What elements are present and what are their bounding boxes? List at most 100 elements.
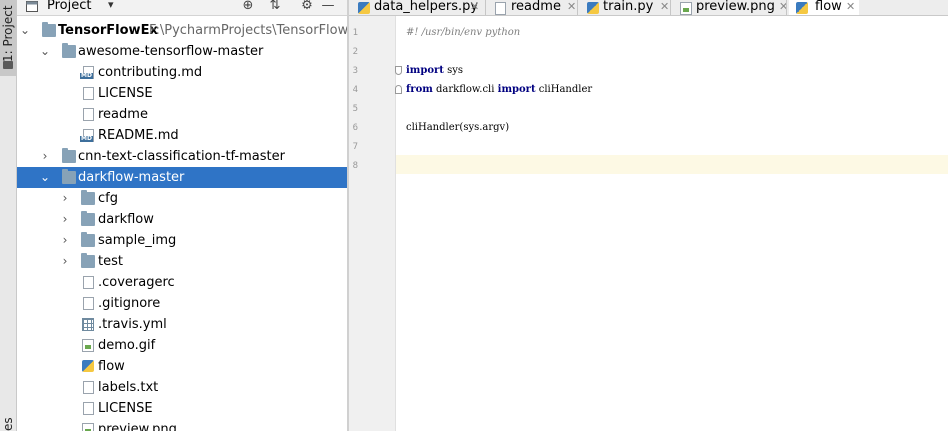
tree-item-folder-selected[interactable]: ⌄ darkflow-master	[17, 167, 347, 188]
tree-item-folder[interactable]: › cnn-text-classification-tf-master	[17, 146, 347, 167]
project-panel: Project ▾ ⊕ ⇅ ⚙ — ⌄ TensorFlowEx F:\Pych…	[17, 0, 347, 431]
tree-item-label: .gitignore	[98, 296, 161, 311]
tree-item-folder[interactable]: › darkflow	[17, 209, 347, 230]
tab-flow[interactable]: flow ✕	[789, 0, 859, 15]
folder-icon	[62, 148, 76, 163]
tree-item-file[interactable]: LICENSE	[17, 83, 347, 104]
tree-item-label: darkflow-master	[78, 170, 185, 185]
python-file-icon	[82, 360, 94, 372]
code-line-6: cliHandler(sys.argv)	[406, 122, 510, 133]
chevron-down-icon[interactable]: ⌄	[39, 41, 51, 62]
line-number: 8	[352, 161, 358, 171]
tree-item-path: F:\PycharmProjects\TensorFlowEx	[149, 23, 347, 38]
code-line-3: import sys	[406, 65, 463, 76]
code-line-1: #! /usr/bin/env python	[406, 27, 521, 38]
tab-label: flow	[815, 0, 842, 14]
tree-item-file[interactable]: LICENSE	[17, 398, 347, 419]
tab-preview[interactable]: preview.png ✕	[680, 0, 788, 15]
tree-item-label: cnn-text-classification-tf-master	[78, 149, 285, 164]
tab-separator	[485, 0, 486, 15]
minimize-icon[interactable]: —	[320, 0, 336, 14]
text-file-icon	[83, 276, 94, 289]
folder-icon	[81, 190, 95, 205]
gear-icon[interactable]: ⚙	[299, 0, 315, 14]
structure-tool-label[interactable]: es	[1, 417, 15, 431]
tree-item-label: readme	[98, 107, 148, 122]
keyword-token: import	[406, 65, 444, 76]
tree-item-label: awesome-tensorflow-master	[78, 44, 264, 59]
folder-icon	[62, 169, 76, 184]
target-icon[interactable]: ⊕	[240, 0, 256, 14]
tab-label: train.py	[603, 0, 654, 14]
chevron-right-icon[interactable]: ›	[59, 230, 71, 251]
tree-item-file[interactable]: readme	[17, 104, 347, 125]
code-token: cliHandler	[535, 84, 593, 95]
tree-item-folder[interactable]: › cfg	[17, 188, 347, 209]
tree-item-file[interactable]: MD contributing.md	[17, 62, 347, 83]
keyword-token: from	[406, 84, 433, 95]
tree-item-label: .coveragerc	[98, 275, 175, 290]
tab-separator	[786, 0, 787, 15]
tab-label: data_helpers.py	[374, 0, 479, 14]
tree-item-file[interactable]: labels.txt	[17, 377, 347, 398]
collapse-all-icon[interactable]: ⇅	[267, 0, 283, 14]
tab-readme[interactable]: readme ✕	[495, 0, 576, 15]
code-token: sys	[443, 65, 464, 76]
text-file-icon	[83, 297, 94, 310]
tree-item-project-root[interactable]: ⌄ TensorFlowEx F:\PycharmProjects\Tensor…	[17, 20, 347, 41]
image-file-icon	[680, 2, 692, 15]
yaml-file-icon	[82, 318, 94, 331]
code-line-4: from darkflow.cli import cliHandler	[406, 84, 592, 95]
code-editor[interactable]	[396, 16, 948, 431]
chevron-down-icon[interactable]: ⌄	[19, 20, 31, 41]
tab-label: readme	[511, 0, 561, 14]
tree-item-label: labels.txt	[98, 380, 159, 395]
close-icon[interactable]: ✕	[470, 0, 479, 15]
tree-item-label: demo.gif	[98, 338, 156, 353]
chevron-down-icon[interactable]: ⌄	[39, 167, 51, 188]
tab-separator	[577, 0, 578, 15]
tree-item-label: sample_img	[98, 233, 177, 248]
tree-item-file[interactable]: MD README.md	[17, 125, 347, 146]
chevron-right-icon[interactable]: ›	[39, 146, 51, 167]
tree-item-label: TensorFlowEx	[58, 23, 158, 38]
fold-start-icon[interactable]	[395, 66, 402, 75]
tree-item-folder[interactable]: › test	[17, 251, 347, 272]
tree-item-file[interactable]: .travis.yml	[17, 314, 347, 335]
tree-item-file[interactable]: preview.png	[17, 419, 347, 431]
chevron-right-icon[interactable]: ›	[59, 209, 71, 230]
python-file-icon	[358, 2, 370, 14]
tool-window-strip: 1: Project es	[0, 0, 17, 431]
tree-item-label: cfg	[98, 191, 118, 206]
line-number: 3	[352, 66, 358, 76]
tree-item-file[interactable]: .coveragerc	[17, 272, 347, 293]
image-file-icon	[82, 423, 94, 431]
tree-item-label: LICENSE	[98, 86, 153, 101]
project-panel-title[interactable]: Project	[47, 0, 91, 13]
chevron-down-icon[interactable]: ▾	[108, 0, 114, 11]
tab-train[interactable]: train.py ✕	[587, 0, 669, 15]
chevron-right-icon[interactable]: ›	[59, 188, 71, 209]
tree-item-file[interactable]: .gitignore	[17, 293, 347, 314]
chevron-right-icon[interactable]: ›	[59, 251, 71, 272]
tree-item-label: README.md	[98, 128, 179, 143]
tab-data-helpers[interactable]: data_helpers.py ✕	[358, 0, 480, 15]
fold-end-icon[interactable]	[395, 85, 402, 94]
python-file-icon	[587, 2, 599, 14]
line-number: 5	[352, 104, 358, 114]
close-icon[interactable]: ✕	[660, 0, 669, 15]
tree-item-file[interactable]: demo.gif	[17, 335, 347, 356]
tree-item-file[interactable]: flow	[17, 356, 347, 377]
project-icon	[26, 1, 38, 12]
tree-item-folder[interactable]: ⌄ awesome-tensorflow-master	[17, 41, 347, 62]
tree-item-label: test	[98, 254, 123, 269]
editor-gutter: 1 2 3 4 5 6 7 8	[349, 16, 396, 431]
line-number: 6	[352, 123, 358, 133]
project-panel-header: Project ▾ ⊕ ⇅ ⚙ —	[17, 0, 347, 16]
tree-item-folder[interactable]: › sample_img	[17, 230, 347, 251]
folder-icon	[42, 22, 56, 37]
image-file-icon	[82, 339, 94, 352]
close-icon[interactable]: ✕	[567, 0, 576, 15]
close-icon[interactable]: ✕	[846, 0, 855, 15]
code-token: darkflow.cli	[432, 84, 498, 95]
